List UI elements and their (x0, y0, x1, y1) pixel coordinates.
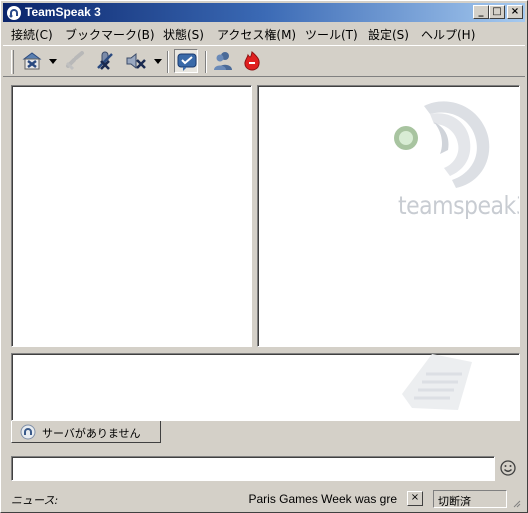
server-tree-pane[interactable] (11, 85, 252, 347)
contacts-button[interactable] (211, 49, 235, 73)
chat-input[interactable] (11, 456, 495, 481)
toolbar-separator (167, 51, 169, 73)
menu-permissions[interactable]: アクセス権(M) (217, 26, 296, 43)
toolbar-separator (205, 51, 207, 73)
server-icon (20, 424, 36, 440)
menu-status[interactable]: 状態(S) (163, 26, 204, 43)
toolbar (3, 45, 525, 77)
chat-button[interactable] (174, 49, 198, 73)
menu-connections[interactable]: 接続(C) (11, 26, 53, 43)
emoticon-icon[interactable] (499, 459, 517, 477)
resize-grip-icon[interactable] (511, 498, 521, 508)
status-bar: ニュース: Paris Games Week was gre × 切断済 (3, 488, 525, 510)
menu-bar: 接続(C) ブックマーク(B) 状態(S) アクセス権(M) ツール(T) 設定… (3, 23, 525, 43)
watermark-text: teamspeak3 (398, 192, 520, 221)
mute-microphone-button[interactable] (93, 49, 117, 73)
main-window: TeamSpeak 3 _ □ × 接続(C) ブックマーク(B) 状態(S) … (0, 0, 528, 513)
connection-status: 切断済 (433, 490, 507, 508)
teamspeak-watermark-icon (394, 101, 490, 188)
minimize-button[interactable]: _ (473, 5, 489, 19)
speakers-dropdown-arrow-icon[interactable] (154, 59, 162, 64)
title-bar[interactable]: TeamSpeak 3 _ □ × (3, 3, 525, 22)
window-title: TeamSpeak 3 (25, 5, 101, 19)
news-label: ニュース: (11, 494, 59, 507)
connect-icon (22, 52, 42, 70)
tab-server-label: サーバがありません (42, 427, 141, 440)
mute-speakers-button[interactable] (124, 49, 148, 73)
chat-icon (177, 53, 197, 71)
mute-speakers-icon (126, 52, 146, 70)
menu-help[interactable]: ヘルプ(H) (421, 26, 475, 43)
away-icon (244, 51, 260, 71)
tab-server[interactable]: サーバがありません (11, 421, 161, 443)
close-button[interactable]: × (507, 5, 523, 19)
disconnect-button[interactable] (63, 49, 87, 73)
connect-button[interactable] (20, 49, 44, 73)
news-ticker[interactable]: Paris Games Week was gre (243, 490, 401, 508)
menu-bookmarks[interactable]: ブックマーク(B) (65, 26, 155, 43)
news-close-button[interactable]: × (407, 491, 423, 506)
menu-tools[interactable]: ツール(T) (305, 26, 358, 43)
disconnect-icon (65, 51, 84, 71)
toolbar-grip[interactable] (11, 50, 14, 74)
away-button[interactable] (240, 49, 264, 73)
maximize-button[interactable]: □ (489, 5, 505, 19)
teamspeak-logo-icon (7, 6, 21, 20)
info-pane[interactable]: teamspeak3 (257, 85, 520, 347)
contacts-icon (214, 52, 232, 70)
connect-dropdown-arrow-icon[interactable] (49, 59, 57, 64)
chat-log-pane[interactable] (11, 353, 520, 421)
menu-settings[interactable]: 設定(S) (368, 26, 409, 43)
mute-microphone-icon (97, 51, 113, 70)
chat-watermark-icon (402, 354, 472, 410)
